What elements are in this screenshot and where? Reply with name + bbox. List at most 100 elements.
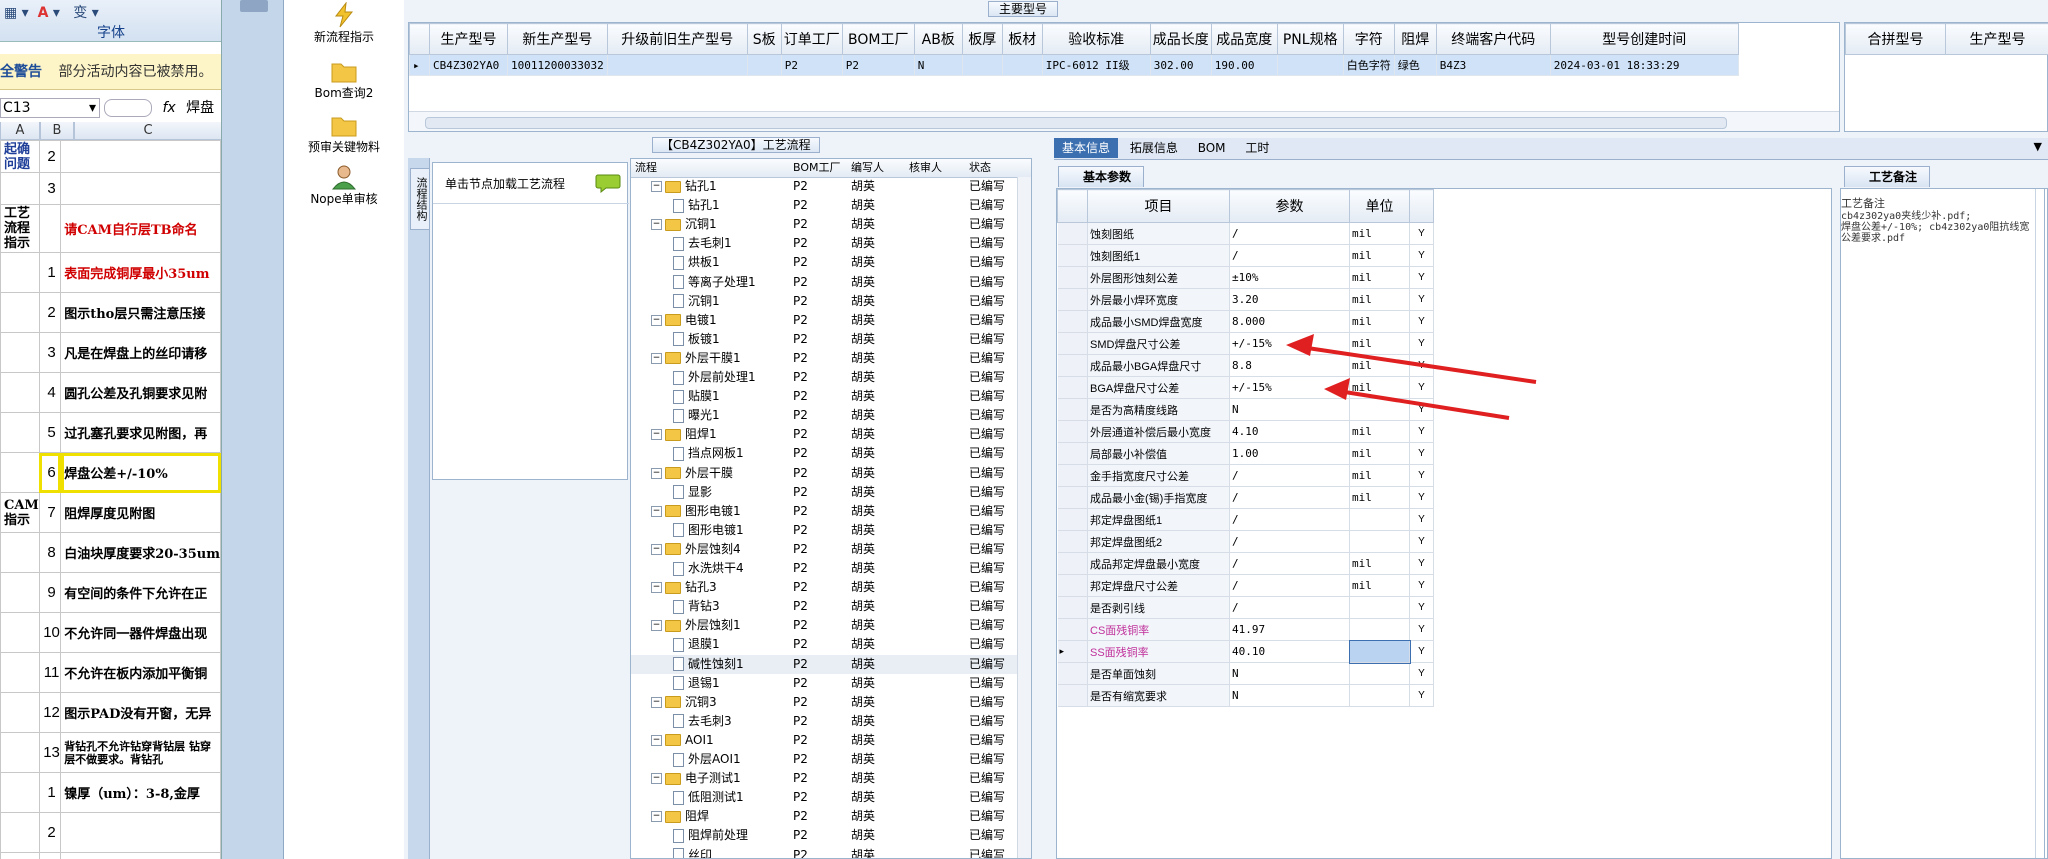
cell-c[interactable]: 不允许在板内添加平衡铜 [60, 652, 221, 693]
name-box[interactable]: C13 ▾ [0, 98, 100, 118]
excel-row: 6 焊盘公差+/-10% [0, 452, 221, 493]
lightning-icon [334, 2, 354, 28]
cell-b[interactable]: 9 [38, 572, 62, 613]
excel-row: CAM指示 7 阻焊厚度见附图 [0, 492, 221, 533]
cell-b[interactable]: 4 [38, 372, 62, 413]
excel-row: 起确问题 2 [0, 140, 221, 173]
col-header-a[interactable]: A [0, 122, 40, 140]
cell-c[interactable] [60, 172, 221, 205]
excel-row: 4 圆孔公差及孔铜要求见附 [0, 372, 221, 413]
cell-c[interactable]: 图示PAD没有开窗，无异 [60, 692, 221, 733]
cell-b[interactable]: 2 [38, 292, 62, 333]
tool-new-flow[interactable]: 新流程指示 [284, 2, 404, 45]
cell-a[interactable] [0, 612, 40, 653]
cell-c[interactable] [60, 812, 221, 853]
tool-bom-query[interactable]: Bom查询2 [284, 58, 404, 101]
security-warning-bar: 全警告 部分活动内容已被禁用。 [0, 54, 221, 90]
cell-a[interactable] [0, 772, 40, 813]
excel-row: 工序 [0, 852, 221, 859]
cell-c[interactable]: 请CAM自行层TB命名 [60, 204, 221, 253]
cell-c[interactable] [60, 140, 221, 173]
nav-sidebar [222, 0, 284, 859]
excel-row: 9 有空间的条件下允许在正 [0, 572, 221, 613]
cell-b[interactable]: 3 [38, 172, 62, 205]
cell-c[interactable]: 焊盘公差+/-10% [60, 452, 221, 493]
cell-a[interactable] [0, 412, 40, 453]
cell-a[interactable] [0, 572, 40, 613]
font-tools-icon[interactable]: ▦ ▾ A ▾ 变 ▾ [4, 2, 99, 22]
excel-row: 13 背钻孔不允许钻穿背钻层 钻穿层不做要求。背钻孔 [0, 732, 221, 773]
tool-nope-review[interactable]: Nope单审核 [284, 164, 404, 207]
cell-a[interactable] [0, 292, 40, 333]
cell-c[interactable]: 不允许同一器件焊盘出现 [60, 612, 221, 653]
cell-c[interactable]: 过孔塞孔要求见附图，再 [60, 412, 221, 453]
annotation-arrows [1286, 334, 1537, 420]
cell-b[interactable]: 12 [38, 692, 62, 733]
cell-b[interactable]: 7 [38, 492, 62, 533]
tool-pre-review[interactable]: 预审关键物料 [284, 112, 404, 155]
sidebar-handle-icon[interactable] [240, 0, 268, 12]
cell-c[interactable]: 表面完成铜厚最小35um [60, 252, 221, 293]
cell-a[interactable]: 工艺流程指示 [0, 204, 40, 253]
cell-b[interactable]: 11 [38, 652, 62, 693]
cell-c[interactable]: 有空间的条件下允许在正 [60, 572, 221, 613]
cell-b[interactable] [38, 852, 62, 859]
user-icon [331, 165, 357, 190]
cell-a[interactable]: 起确问题 [0, 140, 40, 173]
cell-a[interactable] [0, 692, 40, 733]
cell-c[interactable]: 镍厚（um）：3-8,金厚 [60, 772, 221, 813]
excel-row: 工艺流程指示 请CAM自行层TB命名 [0, 204, 221, 253]
cell-a[interactable]: 工序 [0, 852, 40, 859]
fx-icon[interactable]: fx [162, 100, 175, 116]
formula-text: 焊盘 [186, 100, 215, 116]
cell-b[interactable] [38, 204, 62, 253]
cell-c[interactable] [60, 852, 221, 859]
cell-b[interactable]: 8 [38, 532, 62, 573]
cell-c[interactable]: 圆孔公差及孔铜要求见附 [60, 372, 221, 413]
cell-b[interactable]: 1 [38, 772, 62, 813]
cell-b[interactable]: 5 [38, 412, 62, 453]
red-arrow-1 [1286, 334, 1537, 384]
cell-c[interactable]: 背钻孔不允许钻穿背钻层 钻穿层不做要求。背钻孔 [60, 732, 221, 773]
cell-a[interactable] [0, 812, 40, 853]
excel-row: 5 过孔塞孔要求见附图，再 [0, 412, 221, 453]
cell-b[interactable]: 3 [38, 332, 62, 373]
excel-row: 11 不允许在板内添加平衡铜 [0, 652, 221, 693]
cell-a[interactable]: CAM指示 [0, 492, 40, 533]
process-app: 主要型号 生产型号 新生产型号 升级前旧生产型号 S板 订单工厂 BOM工厂 AB板 板厚 板材… [404, 0, 2048, 859]
excel-ribbon: ▦ ▾ A ▾ 变 ▾ 字体 [0, 0, 221, 42]
cell-b[interactable]: 1 [38, 252, 62, 293]
cell-a[interactable] [0, 372, 40, 413]
cell-c[interactable]: 图示tho层只需注意压接 [60, 292, 221, 333]
cell-c[interactable]: 凡是在焊盘上的丝印请移 [60, 332, 221, 373]
red-arrow-2 [1324, 378, 1510, 420]
cell-a[interactable] [0, 252, 40, 293]
excel-row: 3 [0, 172, 221, 205]
cell-a[interactable] [0, 452, 40, 493]
excel-row: 2 [0, 812, 221, 853]
cell-a[interactable] [0, 652, 40, 693]
excel-row: 3 凡是在焊盘上的丝印请移 [0, 332, 221, 373]
excel-row: 1 表面完成铜厚最小35um [0, 252, 221, 293]
excel-row: 8 白油块厚度要求20-35um [0, 532, 221, 573]
formula-bar[interactable]: fx 焊盘 [104, 98, 221, 118]
cell-b[interactable]: 10 [38, 612, 62, 653]
cell-c[interactable]: 阻焊厚度见附图 [60, 492, 221, 533]
cell-c[interactable]: 白油块厚度要求20-35um [60, 532, 221, 573]
folder-icon [331, 63, 357, 83]
col-header-c[interactable]: C [74, 122, 221, 140]
col-header-b[interactable]: B [40, 122, 74, 140]
cell-b[interactable]: 2 [38, 812, 62, 853]
ribbon-group-font: 字体 [97, 25, 125, 41]
tool-panel: 新流程指示 Bom查询2 预审关键物料 Nope单审核 [284, 0, 404, 859]
cell-a[interactable] [0, 332, 40, 373]
cell-a[interactable] [0, 532, 40, 573]
excel-row: 10 不允许同一器件焊盘出现 [0, 612, 221, 653]
cell-b[interactable]: 6 [38, 452, 62, 493]
warning-title: 全警告 [0, 64, 42, 80]
cell-a[interactable] [0, 732, 40, 773]
cell-b[interactable]: 2 [38, 140, 62, 173]
warning-text: 部分活动内容已被禁用。 [58, 64, 213, 80]
cell-a[interactable] [0, 172, 40, 205]
cell-b[interactable]: 13 [38, 732, 62, 773]
